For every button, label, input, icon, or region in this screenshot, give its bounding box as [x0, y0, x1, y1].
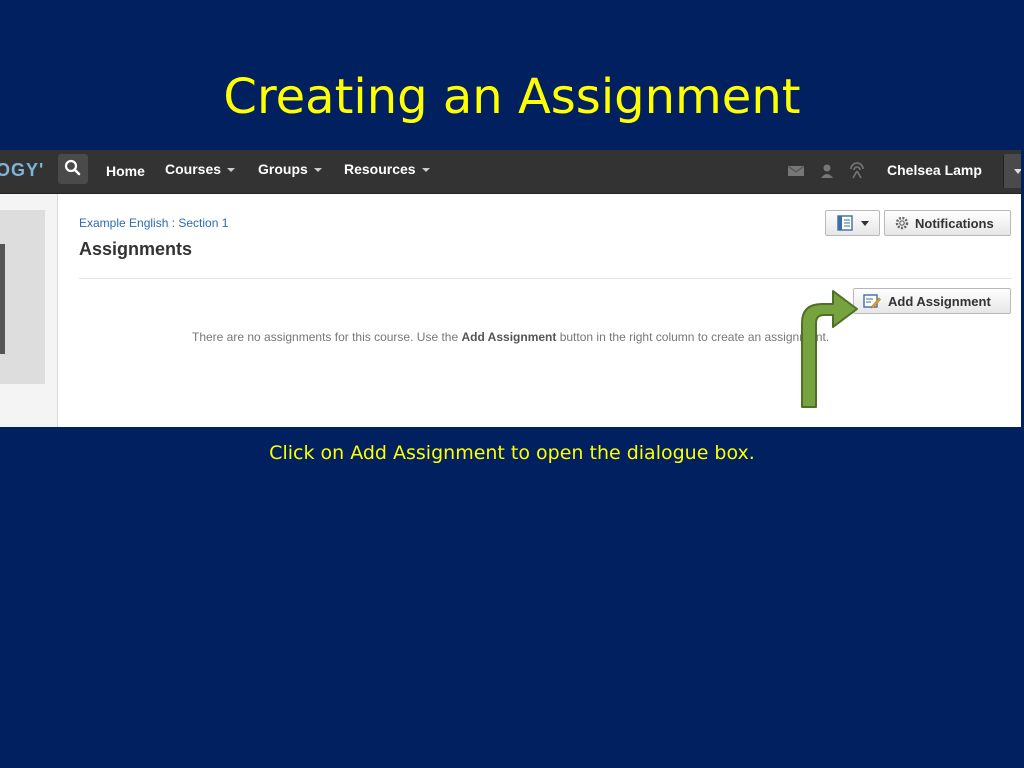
- divider: [79, 278, 1012, 279]
- nav-courses[interactable]: Courses: [165, 161, 236, 177]
- add-assignment-button[interactable]: Add Assignment: [853, 288, 1011, 314]
- breadcrumb[interactable]: Example English : Section 1: [79, 216, 228, 230]
- slide-title: Creating an Assignment: [223, 69, 801, 125]
- empty-message-bold: Add Assignment: [461, 330, 557, 344]
- signal-icon[interactable]: [847, 160, 867, 180]
- edit-icon: [863, 294, 881, 309]
- mail-icon[interactable]: [787, 164, 805, 178]
- chevron-down-icon: [421, 168, 430, 173]
- left-sidebar: [0, 194, 58, 427]
- user-menu-button[interactable]: [1003, 154, 1021, 188]
- notebook-icon: [836, 215, 853, 231]
- chevron-down-icon: [227, 168, 236, 173]
- nav-courses-label: Courses: [165, 161, 222, 177]
- brand-logo[interactable]: OGY': [0, 160, 44, 181]
- empty-message-start: There are no assignments for this course…: [192, 330, 462, 344]
- app-screenshot: OGY' Home Courses Groups Resources Chels…: [0, 150, 1021, 427]
- sidebar-handle[interactable]: [0, 244, 5, 354]
- chevron-down-icon: [1014, 169, 1021, 174]
- notifications-label: Notifications: [915, 215, 994, 231]
- course-profile-panel[interactable]: [0, 210, 45, 384]
- nav-home[interactable]: Home: [106, 163, 145, 179]
- search-button[interactable]: [58, 154, 88, 184]
- page-title: Assignments: [79, 239, 193, 259]
- slide-caption: Click on Add Assignment to open the dial…: [269, 442, 755, 464]
- top-navigation-bar: OGY' Home Courses Groups Resources Chels…: [0, 150, 1021, 194]
- chevron-down-icon: [860, 221, 869, 226]
- user-name[interactable]: Chelsea Lamp: [887, 162, 982, 178]
- nav-groups-label: Groups: [258, 161, 308, 177]
- nav-resources[interactable]: Resources: [344, 161, 430, 177]
- nav-groups[interactable]: Groups: [258, 161, 322, 177]
- empty-state-message: There are no assignments for this course…: [192, 330, 829, 344]
- pointer-arrow: [801, 290, 858, 408]
- empty-message-end: button in the right column to create an …: [556, 330, 830, 344]
- view-options-button[interactable]: [825, 210, 880, 236]
- nav-resources-label: Resources: [344, 161, 416, 177]
- chevron-down-icon: [313, 168, 322, 173]
- notifications-button[interactable]: Notifications: [884, 210, 1011, 236]
- add-assignment-label: Add Assignment: [888, 293, 991, 309]
- search-icon: [64, 159, 81, 176]
- people-icon[interactable]: [818, 162, 836, 180]
- gear-icon: [895, 216, 909, 230]
